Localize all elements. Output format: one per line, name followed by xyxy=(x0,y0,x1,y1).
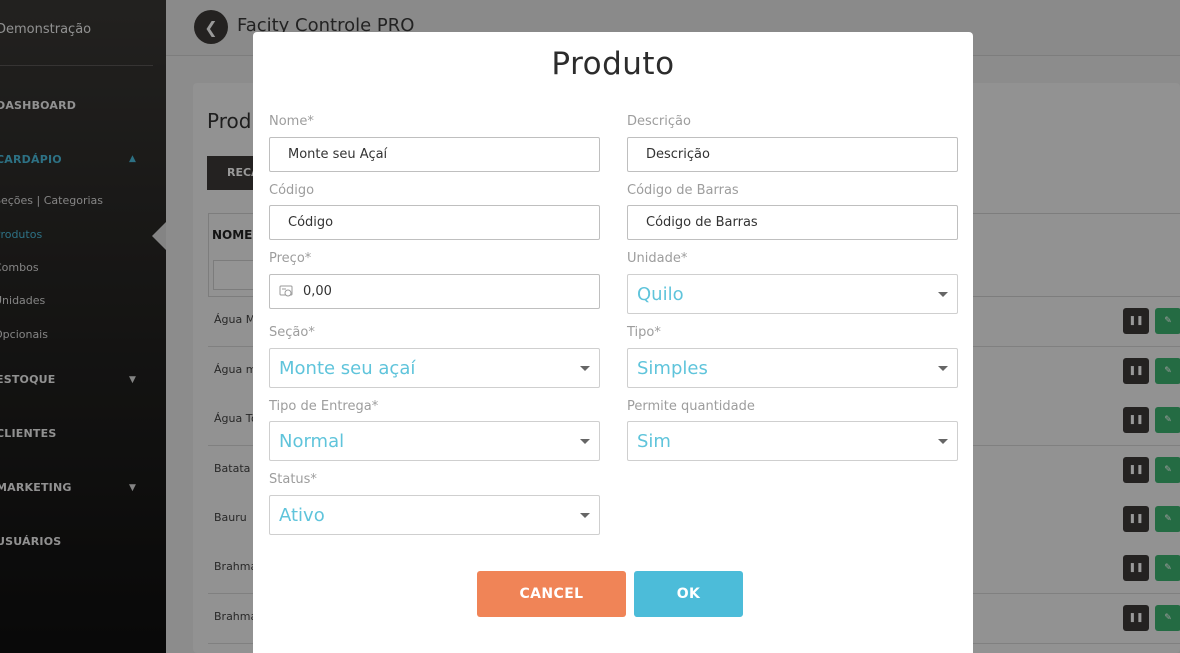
caret-down-icon xyxy=(938,366,948,371)
caret-down-icon xyxy=(938,292,948,297)
codigo-barras-label: Código de Barras xyxy=(627,183,739,198)
modal-title: Produto xyxy=(551,46,675,82)
unidade-select[interactable]: Quilo xyxy=(627,274,958,314)
descricao-input[interactable] xyxy=(627,137,958,172)
tipo-entrega-label: Tipo de Entrega* xyxy=(269,399,379,414)
tipo-entrega-select[interactable]: Normal xyxy=(269,421,600,461)
caret-down-icon xyxy=(938,439,948,444)
permite-quantidade-value: Sim xyxy=(637,431,671,452)
descricao-label: Descrição xyxy=(627,114,691,129)
preco-label: Preço* xyxy=(269,251,312,266)
nome-input[interactable] xyxy=(269,137,600,172)
secao-select[interactable]: Monte seu açaí xyxy=(269,348,600,388)
caret-down-icon xyxy=(580,513,590,518)
preco-input[interactable]: 0,00 xyxy=(269,274,600,309)
cancel-button[interactable]: CANCEL xyxy=(477,571,626,617)
secao-label: Seção* xyxy=(269,325,315,340)
unidade-label: Unidade* xyxy=(627,251,688,266)
codigo-input[interactable] xyxy=(269,205,600,240)
ok-button[interactable]: OK xyxy=(634,571,743,617)
tipo-value: Simples xyxy=(637,358,708,379)
permite-quantidade-select[interactable]: Sim xyxy=(627,421,958,461)
status-select[interactable]: Ativo xyxy=(269,495,600,535)
tipo-entrega-value: Normal xyxy=(279,431,345,452)
codigo-label: Código xyxy=(269,183,315,198)
codigo-barras-input[interactable] xyxy=(627,205,958,240)
tipo-label: Tipo* xyxy=(627,325,661,340)
status-value: Ativo xyxy=(279,505,325,526)
tipo-select[interactable]: Simples xyxy=(627,348,958,388)
status-label: Status* xyxy=(269,472,317,487)
nome-label: Nome* xyxy=(269,114,314,129)
unidade-value: Quilo xyxy=(637,284,684,305)
produto-modal: Produto Nome* Descrição Código Código de… xyxy=(253,32,973,653)
caret-down-icon xyxy=(580,366,590,371)
caret-down-icon xyxy=(580,439,590,444)
permite-quantidade-label: Permite quantidade xyxy=(627,399,755,414)
preco-value: 0,00 xyxy=(303,284,332,299)
secao-value: Monte seu açaí xyxy=(279,358,416,379)
money-icon xyxy=(279,284,294,298)
